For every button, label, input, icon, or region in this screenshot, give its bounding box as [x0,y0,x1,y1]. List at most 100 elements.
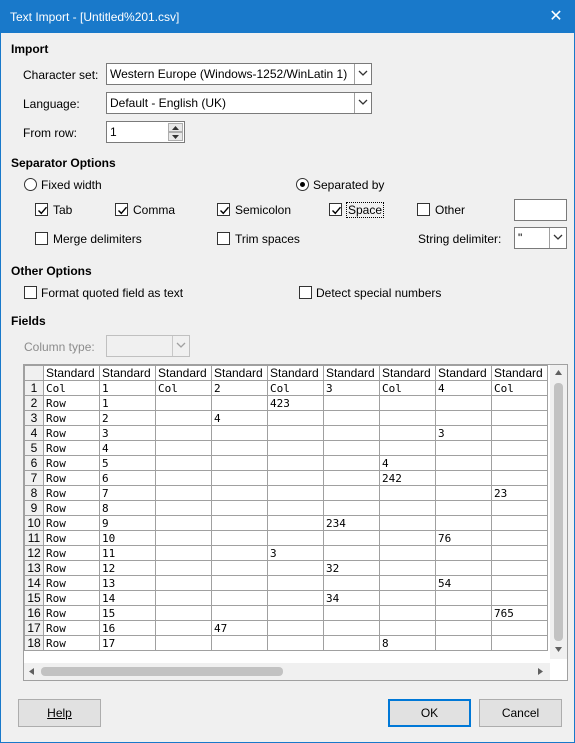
row-number: 8 [24,485,44,501]
spin-down-icon[interactable] [168,132,183,141]
title-bar[interactable]: Text Import - [Untitled%201.csv] ✕ [1,1,574,33]
table-cell [435,410,492,426]
table-cell [491,530,548,546]
other-checkbox[interactable] [417,203,430,216]
table-cell [211,440,268,456]
format-quoted-checkbox[interactable] [24,286,37,299]
fixed-width-radio[interactable] [24,178,37,191]
row-number: 9 [24,500,44,516]
table-cell: 6 [99,470,156,486]
row-number: 13 [24,560,44,576]
table-cell: Row [43,425,100,441]
detect-special-checkbox[interactable] [299,286,312,299]
horizontal-scroll-thumb[interactable] [41,667,283,676]
table-cell [323,605,380,621]
column-header[interactable]: Standard [155,365,212,381]
tab-checkbox[interactable] [35,203,48,216]
table-cell: 3 [99,425,156,441]
table-cell [491,575,548,591]
table-cell: Row [43,485,100,501]
horizontal-scrollbar[interactable] [24,663,550,680]
help-button[interactable]: Help [18,699,101,727]
other-separator-input[interactable] [514,199,567,221]
table-cell: Row [43,620,100,636]
table-row: 18 Row 17 8 [24,635,548,651]
fields-preview-grid[interactable]: Standard Standard Standard Standard Standard… [23,364,568,681]
table-cell: Row [43,605,100,621]
chevron-down-icon[interactable] [549,228,566,248]
chevron-down-icon[interactable] [172,336,189,356]
row-number: 17 [24,620,44,636]
semicolon-checkbox[interactable] [217,203,230,216]
column-header[interactable]: Standard [323,365,380,381]
table-cell [491,440,548,456]
charset-combo[interactable]: Western Europe (Windows-1252/WinLatin 1) [106,63,372,85]
column-type-combo[interactable] [106,335,190,357]
table-row: 8 Row 7 23 [24,485,548,501]
column-header[interactable]: Standard [379,365,436,381]
chevron-down-icon[interactable] [354,93,371,113]
row-number: 5 [24,440,44,456]
table-cell [491,620,548,636]
table-cell: Row [43,560,100,576]
column-header[interactable]: Standard [211,365,268,381]
column-header[interactable]: Standard [43,365,100,381]
merge-delimiters-checkbox[interactable] [35,232,48,245]
space-checkbox[interactable] [329,203,342,216]
table-cell [435,635,492,651]
string-delimiter-label: String delimiter: [418,232,502,246]
table-cell: 9 [99,515,156,531]
grid-body: 1 Col 1 Col 2 Col 3 Col 4 Col 2 Row 1 423 3 Row 2 4 4 Row 3 3… [24,380,548,651]
table-cell [155,485,212,501]
fromrow-spinner[interactable]: 1 [106,121,185,143]
column-header[interactable]: Standard [491,365,548,381]
table-cell: 3 [323,380,380,396]
table-cell [211,635,268,651]
comma-checkbox[interactable] [115,203,128,216]
column-header[interactable]: Standard [435,365,492,381]
table-cell [435,605,492,621]
cancel-button[interactable]: Cancel [479,699,562,727]
table-cell: 10 [99,530,156,546]
table-cell [267,515,324,531]
table-row: 14 Row 13 54 [24,575,548,591]
table-cell: 17 [99,635,156,651]
scroll-right-icon[interactable] [533,663,550,680]
table-cell [155,470,212,486]
table-cell [155,590,212,606]
scroll-down-icon[interactable] [550,642,567,659]
table-cell: 76 [435,530,492,546]
format-quoted-label: Format quoted field as text [41,286,184,300]
string-delimiter-combo[interactable]: " [514,227,567,249]
close-icon[interactable]: ✕ [542,3,570,31]
spin-up-icon[interactable] [168,123,183,132]
trim-spaces-checkbox[interactable] [217,232,230,245]
table-row: 12 Row 11 3 [24,545,548,561]
table-cell [267,485,324,501]
language-combo[interactable]: Default - English (UK) [106,92,372,114]
table-cell [379,590,436,606]
vertical-scroll-thumb[interactable] [554,383,563,641]
table-cell: Row [43,395,100,411]
scroll-up-icon[interactable] [550,365,567,382]
table-cell [379,575,436,591]
table-cell [491,635,548,651]
header-row: Standard Standard Standard Standard Standard… [24,365,548,381]
row-number: 2 [24,395,44,411]
fields-heading: Fields [11,314,46,328]
table-cell: 7 [99,485,156,501]
table-cell [323,500,380,516]
separated-by-radio[interactable] [296,178,309,191]
table-cell [155,410,212,426]
table-cell [491,590,548,606]
column-header[interactable]: Standard [99,365,156,381]
scroll-left-icon[interactable] [24,663,41,680]
table-cell [323,545,380,561]
trim-spaces-label: Trim spaces [235,232,300,246]
cancel-button-label: Cancel [501,706,540,720]
vertical-scrollbar[interactable] [550,365,567,659]
chevron-down-icon[interactable] [354,64,371,84]
row-number: 16 [24,605,44,621]
column-header[interactable]: Standard [267,365,324,381]
ok-button[interactable]: OK [388,699,471,727]
